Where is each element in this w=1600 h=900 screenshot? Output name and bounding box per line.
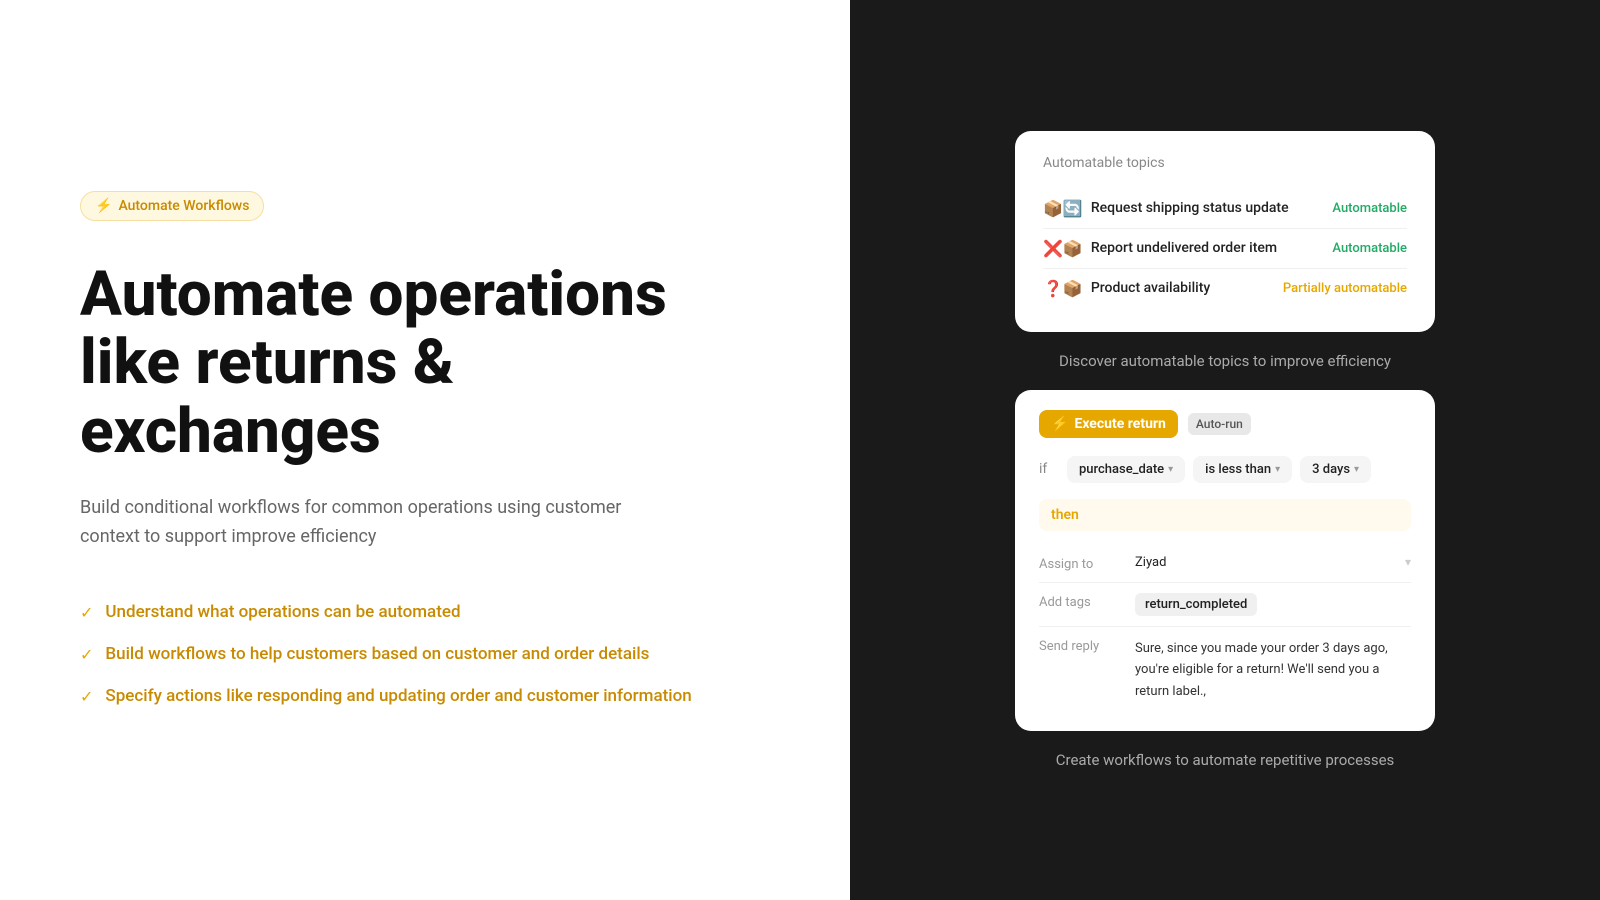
actions-list: Assign to Ziyad ▾ Add tags return_comple… (1039, 545, 1411, 712)
checklist-item-0: ✓ Understand what operations can be auto… (80, 601, 770, 625)
checklist-item-2: ✓ Specify actions like responding and up… (80, 685, 770, 709)
checklist-text-1: Build workflows to help customers based … (105, 643, 649, 667)
workflow-header: ⚡ Execute return Auto-run (1039, 410, 1411, 438)
checklist-text-0: Understand what operations can be automa… (105, 601, 460, 625)
heading-line2: like returns & exchanges (80, 326, 454, 467)
condition-field-pill[interactable]: purchase_date ▾ (1067, 456, 1185, 483)
topic-left-2: ❓📦 Product availability (1043, 279, 1210, 298)
op-chevron-icon: ▾ (1275, 464, 1280, 475)
action-value-container-1: return_completed (1135, 593, 1411, 616)
badge-text: Automate Workflows (118, 198, 249, 214)
checklist: ✓ Understand what operations can be auto… (80, 601, 770, 708)
action-value-1: return_completed (1135, 593, 1257, 616)
topic-left-0: 📦🔄 Request shipping status update (1043, 199, 1289, 218)
action-label-0: Assign to (1039, 555, 1119, 572)
action-label-1: Add tags (1039, 593, 1119, 610)
action-row-0: Assign to Ziyad ▾ (1039, 545, 1411, 583)
card-title: Automatable topics (1043, 155, 1407, 171)
action-value-container-2: Sure, since you made your order 3 days a… (1135, 637, 1411, 702)
topic-status-0: Automatable (1332, 201, 1407, 216)
topic-name-1: Report undelivered order item (1091, 240, 1277, 256)
topic-name-2: Product availability (1091, 280, 1210, 296)
topic-row-1: ❌📦 Report undelivered order item Automat… (1043, 229, 1407, 269)
condition-op-value: is less than (1205, 462, 1271, 477)
main-heading: Automate operations like returns & excha… (80, 261, 770, 466)
field-chevron-icon: ▾ (1168, 464, 1173, 475)
topic-icons-1: ❌📦 (1043, 239, 1083, 258)
condition-if-label: if (1039, 461, 1059, 477)
workflow-card: ⚡ Execute return Auto-run if purchase_da… (1015, 390, 1435, 732)
topics-list: 📦🔄 Request shipping status update Automa… (1043, 189, 1407, 308)
action-value-0: Ziyad (1135, 555, 1405, 570)
topic-row-0: 📦🔄 Request shipping status update Automa… (1043, 189, 1407, 229)
topic-left-1: ❌📦 Report undelivered order item (1043, 239, 1277, 258)
assign-chevron-icon: ▾ (1405, 555, 1411, 569)
condition-field-value: purchase_date (1079, 462, 1164, 477)
then-row: then (1039, 499, 1411, 531)
checklist-text-2: Specify actions like responding and upda… (105, 685, 691, 709)
workflow-title-icon: ⚡ (1051, 416, 1068, 432)
sub-text: Build conditional workflows for common o… (80, 494, 680, 552)
topic-row-2: ❓📦 Product availability Partially automa… (1043, 269, 1407, 308)
badge-icon: ⚡ (95, 198, 112, 214)
value-chevron-icon: ▾ (1354, 464, 1359, 475)
topic-status-1: Automatable (1332, 241, 1407, 256)
automatable-topics-card: Automatable topics 📦🔄 Request shipping s… (1015, 131, 1435, 332)
action-value-container-0: Ziyad ▾ (1135, 555, 1411, 570)
condition-value-pill[interactable]: 3 days ▾ (1300, 456, 1371, 483)
left-panel: ⚡ Automate Workflows Automate operations… (0, 0, 850, 900)
topic-name-0: Request shipping status update (1091, 200, 1289, 216)
topic-icons-0: 📦🔄 (1043, 199, 1083, 218)
check-icon-1: ✓ (80, 645, 93, 664)
workflow-title-text: Execute return (1074, 416, 1165, 432)
check-icon-2: ✓ (80, 687, 93, 706)
heading-line1: Automate operations (80, 258, 667, 331)
top-caption: Discover automatable topics to improve e… (1059, 352, 1391, 370)
action-label-2: Send reply (1039, 637, 1119, 654)
check-icon-0: ✓ (80, 603, 93, 622)
badge: ⚡ Automate Workflows (80, 191, 264, 221)
condition-op-pill[interactable]: is less than ▾ (1193, 456, 1292, 483)
bottom-caption: Create workflows to automate repetitive … (1056, 751, 1395, 769)
condition-row: if purchase_date ▾ is less than ▾ 3 days… (1039, 456, 1411, 483)
checklist-item-1: ✓ Build workflows to help customers base… (80, 643, 770, 667)
auto-run-badge: Auto-run (1188, 413, 1251, 435)
topic-status-2: Partially automatable (1283, 281, 1407, 296)
action-row-1: Add tags return_completed (1039, 583, 1411, 627)
action-row-2: Send reply Sure, since you made your ord… (1039, 627, 1411, 712)
right-panel: Automatable topics 📦🔄 Request shipping s… (850, 0, 1600, 900)
condition-value-text: 3 days (1312, 462, 1350, 477)
workflow-title-badge: ⚡ Execute return (1039, 410, 1178, 438)
topic-icons-2: ❓📦 (1043, 279, 1083, 298)
assign-row: Ziyad ▾ (1135, 555, 1411, 570)
action-value-2: Sure, since you made your order 3 days a… (1135, 641, 1388, 699)
